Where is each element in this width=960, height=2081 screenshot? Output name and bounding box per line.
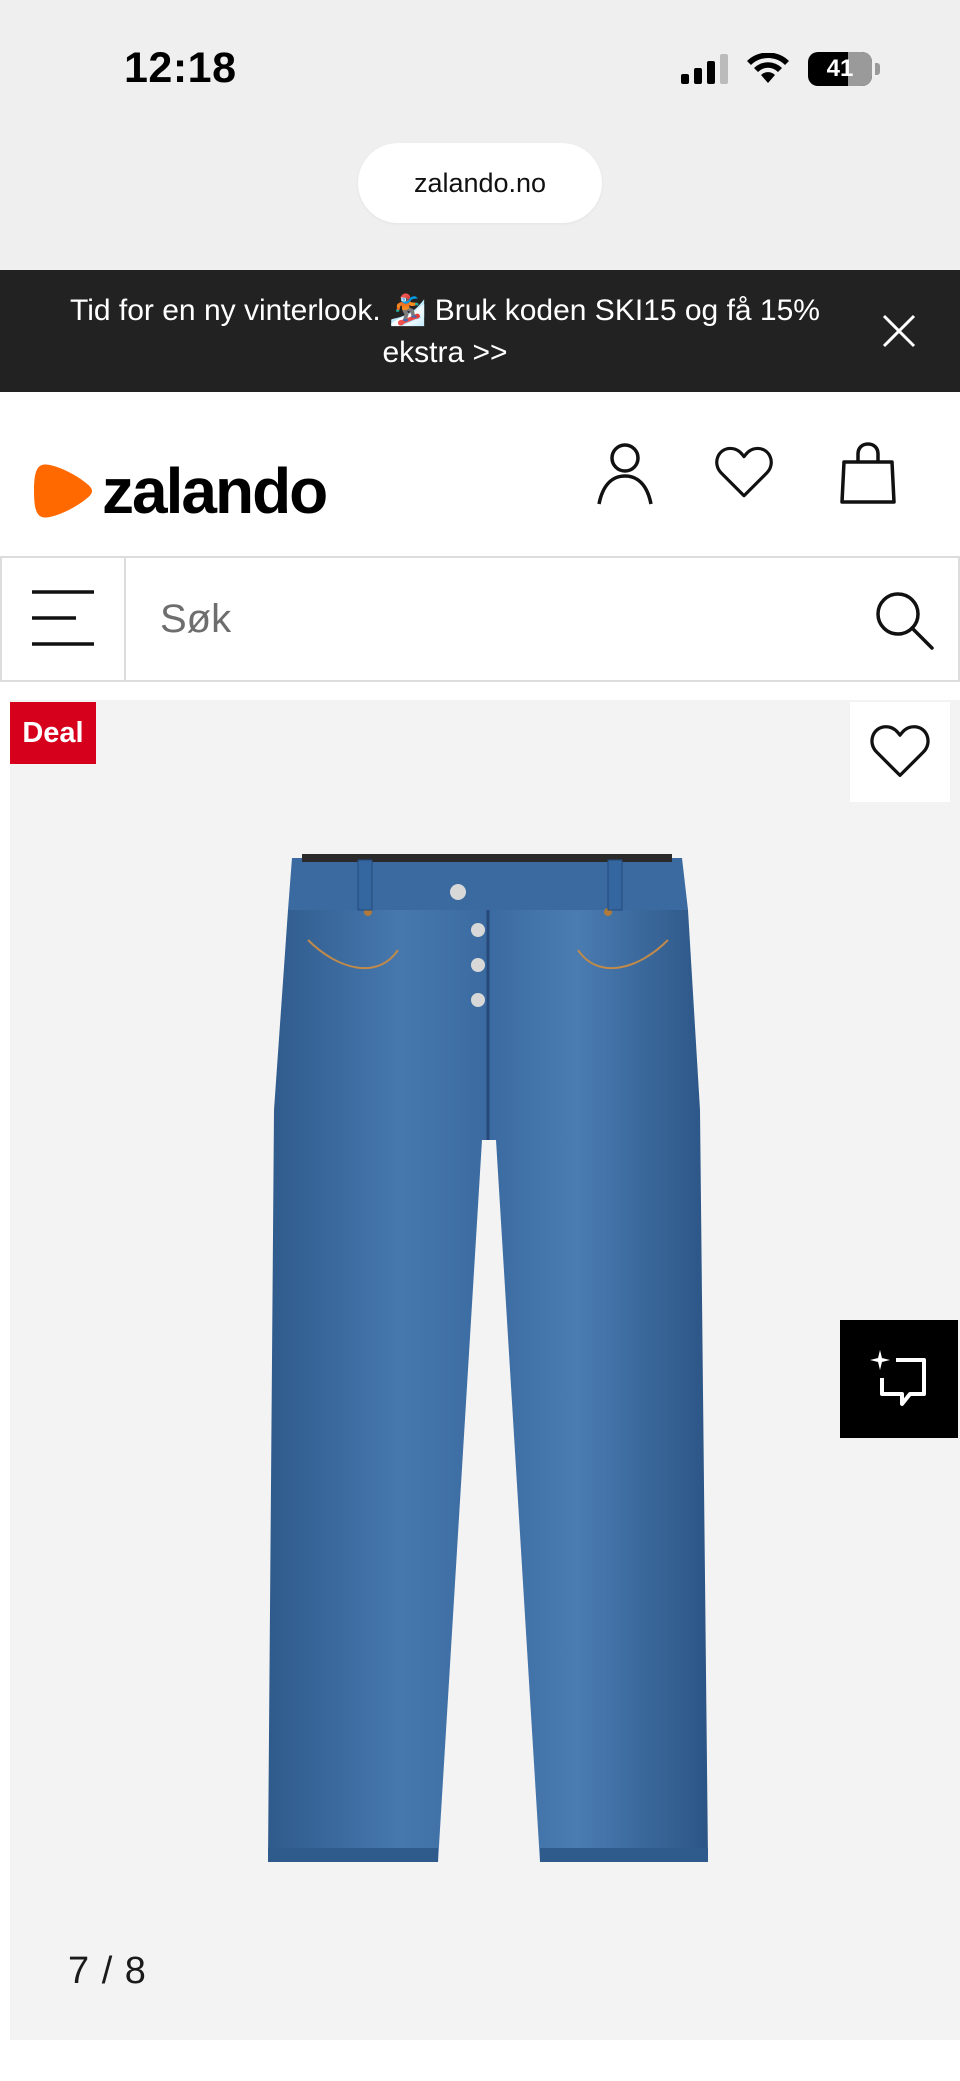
style-assistant-button[interactable] — [840, 1320, 958, 1438]
sparkle-chat-icon — [870, 1350, 926, 1406]
search-icon[interactable] — [872, 588, 936, 652]
status-time: 12:18 — [124, 44, 237, 92]
close-icon[interactable] — [878, 310, 920, 352]
status-icons: 41 — [681, 52, 880, 86]
promo-banner[interactable]: Tid for en ny vinterlook. 🏂 Bruk koden S… — [0, 270, 960, 392]
product-image-jeans — [268, 854, 708, 1862]
site-header: zalando — [0, 392, 960, 557]
browser-chrome: 12:18 41 zalando.no — [0, 0, 960, 270]
wishlist-icon[interactable] — [714, 440, 774, 506]
url-bar[interactable]: zalando.no — [358, 143, 602, 223]
account-icon[interactable] — [595, 440, 655, 506]
signal-icon — [681, 54, 728, 84]
menu-icon — [32, 590, 94, 646]
search-input[interactable] — [160, 588, 840, 650]
search-bar — [0, 556, 960, 682]
deal-badge: Deal — [10, 702, 96, 764]
logo-text: zalando — [102, 455, 328, 527]
battery-icon: 41 — [808, 52, 880, 86]
add-to-wishlist-button[interactable] — [850, 702, 950, 802]
image-counter: 7 / 8 — [68, 1950, 147, 1992]
product-image-gallery[interactable]: Deal 7 / 8 — [10, 700, 960, 2040]
battery-level: 41 — [826, 55, 854, 82]
zalando-logo[interactable]: zalando — [34, 454, 328, 528]
heart-icon — [870, 725, 930, 778]
logo-mark-icon — [34, 464, 92, 518]
menu-button[interactable] — [0, 558, 126, 680]
bag-icon[interactable] — [838, 440, 898, 506]
promo-text[interactable]: Tid for en ny vinterlook. 🏂 Bruk koden S… — [60, 290, 830, 374]
wifi-icon — [747, 53, 789, 83]
